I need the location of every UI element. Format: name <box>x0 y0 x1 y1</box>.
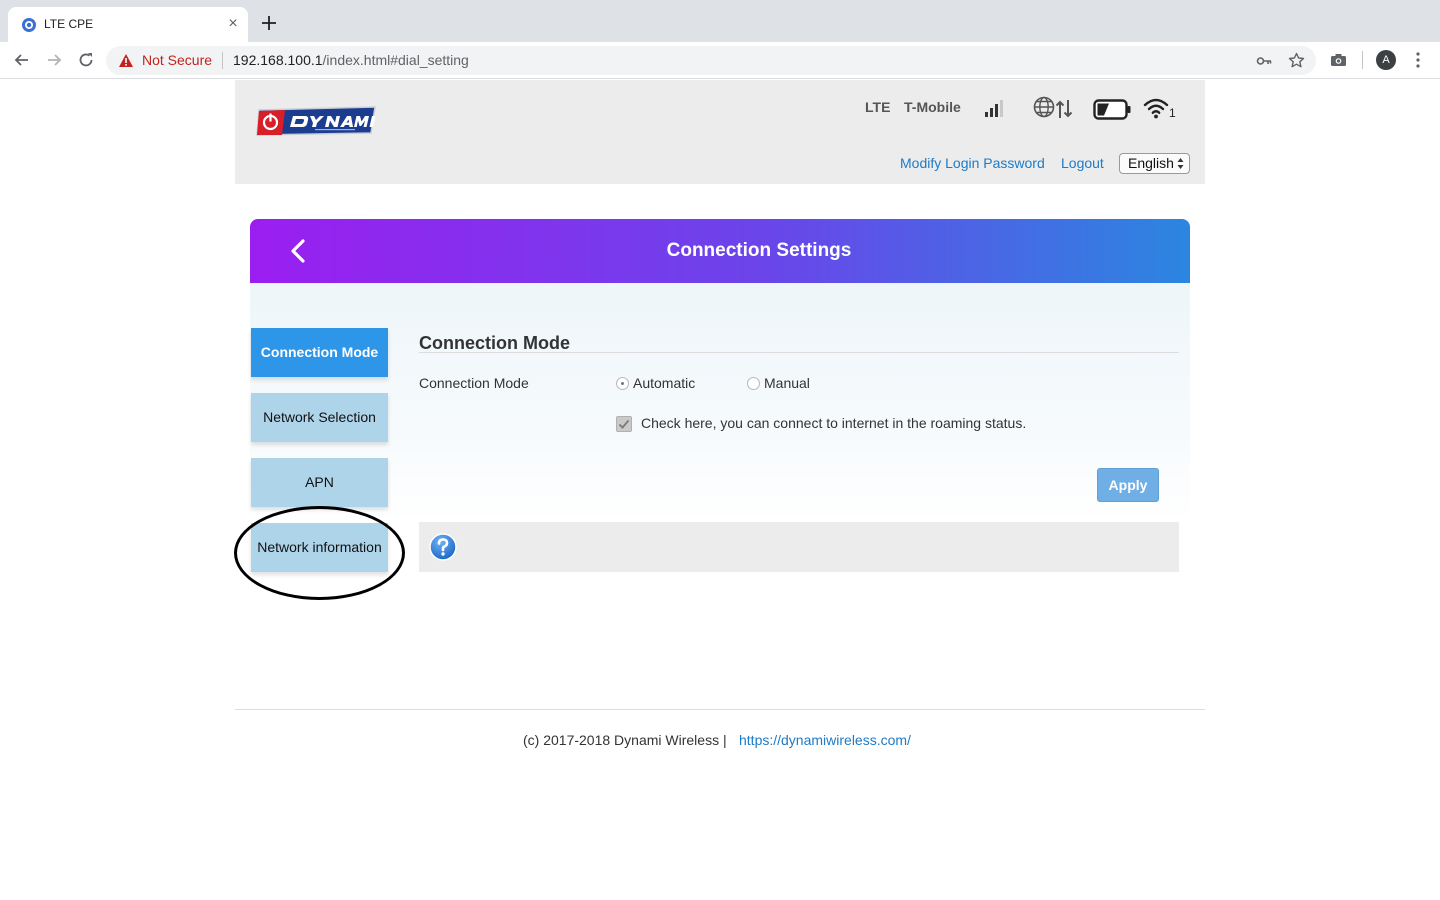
language-selected-value: English <box>1128 155 1174 171</box>
new-tab-icon[interactable] <box>258 12 280 34</box>
footer-website-link[interactable]: https://dynamiwireless.com/ <box>739 732 911 748</box>
profile-avatar[interactable]: A <box>1376 50 1396 70</box>
modify-password-link[interactable]: Modify Login Password <box>900 155 1045 171</box>
key-icon[interactable] <box>1256 53 1272 69</box>
select-arrows-icon <box>1177 158 1184 169</box>
toolbar-divider <box>1362 51 1363 69</box>
footer-copyright: (c) 2017-2018 Dynami Wireless | <box>523 732 727 748</box>
sidebar-item-network-selection[interactable]: Network Selection <box>251 393 388 442</box>
roaming-checkbox-label[interactable]: Check here, you can connect to internet … <box>641 415 1026 431</box>
language-select[interactable]: English <box>1119 153 1190 174</box>
reload-icon[interactable] <box>76 50 96 70</box>
radio-manual[interactable] <box>747 377 760 390</box>
radio-automatic-label[interactable]: Automatic <box>633 375 695 391</box>
tab-close-icon[interactable]: × <box>224 15 242 33</box>
dynami-logo[interactable] <box>255 104 379 138</box>
checkmark-icon <box>618 419 630 429</box>
sidebar-item-apn[interactable]: APN <box>251 458 388 507</box>
forward-arrow-icon[interactable] <box>44 50 64 70</box>
url-text[interactable]: 192.168.100.1/index.html#dial_setting <box>233 52 469 68</box>
radio-manual-label[interactable]: Manual <box>764 375 810 391</box>
url-path: /index.html#dial_setting <box>322 52 469 68</box>
internet-globe-icon <box>1033 96 1073 118</box>
page-title: Connection Settings <box>666 240 852 261</box>
help-bar <box>419 522 1179 572</box>
browser-toolbar: Not Secure 192.168.100.1/index.html#dial… <box>0 42 1440 79</box>
carrier-label: T-Mobile <box>904 99 961 115</box>
footer-divider <box>235 709 1205 710</box>
section-divider <box>419 352 1179 353</box>
warning-triangle-icon <box>119 54 133 67</box>
tab-title: LTE CPE <box>44 17 94 31</box>
address-bar[interactable]: Not Secure 192.168.100.1/index.html#dial… <box>106 46 1316 75</box>
connection-mode-label: Connection Mode <box>419 375 529 391</box>
camera-icon[interactable] <box>1330 53 1347 67</box>
radio-automatic[interactable] <box>616 377 629 390</box>
sidebar-item-connection-mode[interactable]: Connection Mode <box>251 328 388 377</box>
roaming-checkbox[interactable] <box>616 416 632 432</box>
logout-link[interactable]: Logout <box>1061 155 1104 171</box>
browser-tab-bar: LTE CPE × <box>0 0 1440 42</box>
wifi-client-count: 1 <box>1169 106 1176 120</box>
network-type-label: LTE <box>865 99 891 115</box>
url-host: 192.168.100.1 <box>233 52 323 68</box>
bookmark-star-icon[interactable] <box>1288 52 1305 69</box>
globe-favicon-icon <box>22 18 36 32</box>
not-secure-label[interactable]: Not Secure <box>142 52 212 68</box>
section-title: Connection Mode <box>419 333 570 353</box>
apply-button[interactable]: Apply <box>1097 468 1159 502</box>
settings-panel-body <box>250 283 1190 523</box>
sidebar-item-network-information[interactable]: Network information <box>251 523 388 572</box>
back-arrow-icon[interactable] <box>12 50 32 70</box>
signal-strength-icon <box>985 100 1003 117</box>
battery-icon <box>1093 99 1131 120</box>
connection-settings-header: Connection Settings <box>250 219 1190 283</box>
browser-tab[interactable]: LTE CPE × <box>8 7 248 42</box>
help-question-icon[interactable] <box>429 533 457 561</box>
site-header: LTE T-Mobile 1 Modify Login Password Log… <box>235 80 1205 184</box>
omnibox-divider <box>222 52 223 69</box>
browser-menu-icon[interactable] <box>1410 50 1426 70</box>
